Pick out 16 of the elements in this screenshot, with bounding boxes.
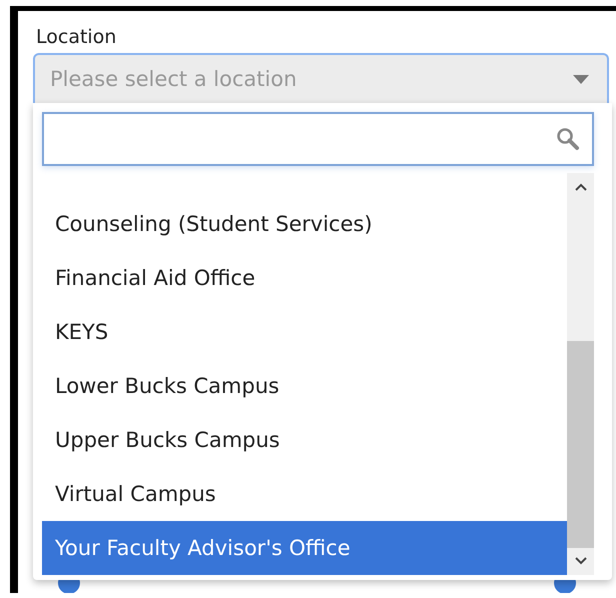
caret-icon [573,74,589,84]
option-item[interactable]: Counseling (Student Services) [42,197,567,251]
select-placeholder: Please select a location [50,67,297,91]
option-item[interactable]: Your Faculty Advisor's Office [42,521,567,575]
option-item[interactable]: Lower Bucks Campus [42,359,567,413]
option-item[interactable]: KEYS [42,305,567,359]
scrollbar[interactable] [567,173,594,575]
option-item[interactable]: Upper Bucks Campus [42,413,567,467]
scroll-thumb[interactable] [567,341,594,548]
option-item[interactable]: Virtual Campus [42,467,567,521]
search-field[interactable] [42,112,594,166]
scroll-down-icon[interactable] [574,556,588,565]
option-item[interactable]: Financial Aid Office [42,251,567,305]
search-icon [556,127,580,151]
field-label: Location [36,26,118,48]
scroll-up-icon[interactable] [574,183,588,192]
